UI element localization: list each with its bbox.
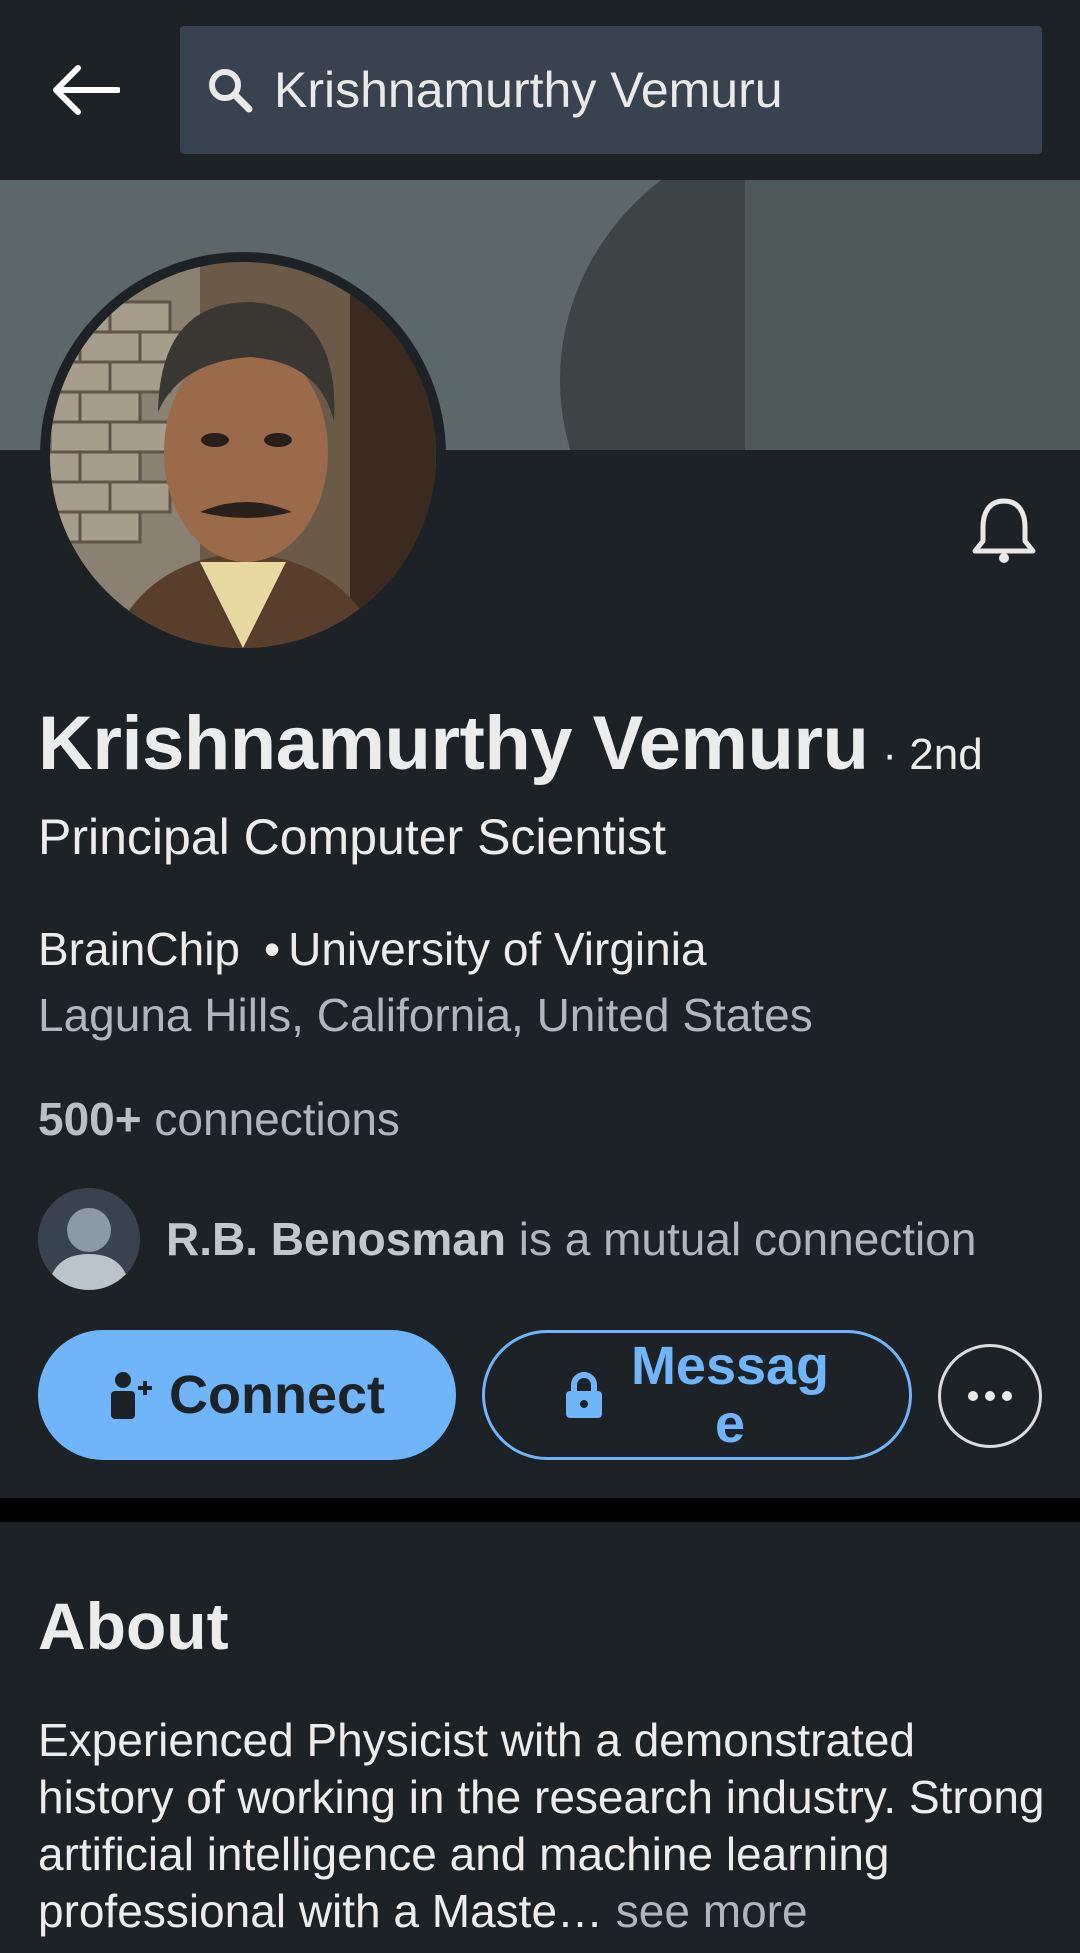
school-link[interactable]: University of Virginia [288,923,706,975]
see-more-link[interactable]: see more [603,1885,808,1937]
message-button[interactable]: Message [482,1330,912,1460]
profile-photo[interactable] [50,262,436,648]
search-input[interactable] [274,61,1034,119]
connections-count: 500+ [38,1093,142,1145]
mutual-avatar [38,1188,140,1290]
search-icon [206,65,256,115]
about-text: Experienced Physicist with a demonstrate… [38,1712,1048,1940]
bell-icon [972,498,1036,563]
connections-label: connections [141,1093,400,1145]
mutual-connection-label: is a mutual connection [505,1213,977,1265]
mutual-connection-name: R.B. Benosman [166,1213,506,1265]
profile-location: Laguna Hills, California, United States [38,989,813,1041]
separator: • [264,923,281,975]
section-divider [0,1498,1080,1522]
back-button[interactable] [40,50,130,130]
connect-label: Connect [169,1365,385,1425]
profile-photo-frame [40,252,446,658]
lock-icon [566,1372,602,1418]
more-actions-button[interactable] [938,1344,1042,1448]
top-bar [0,0,1080,180]
experience-education-row: BrainChip • University of Virginia [38,922,707,976]
connections-link[interactable]: 500+ connections [38,1092,400,1146]
profile-name: Krishnamurthy Vemuru [38,701,869,786]
message-label: Message [630,1336,830,1454]
connect-button[interactable]: Connect [38,1330,456,1460]
mutual-connection-row[interactable]: R.B. Benosman is a mutual connection [38,1188,976,1290]
arrow-left-icon [53,65,120,115]
notification-bell-button[interactable] [964,490,1044,570]
search-bar[interactable] [180,26,1042,154]
company-link[interactable]: BrainChip [38,923,240,975]
add-person-icon [111,1372,152,1419]
profile-name-row: Krishnamurthy Vemuru · 2nd [38,700,983,787]
about-body: Experienced Physicist with a demonstrate… [38,1714,1045,1937]
about-heading: About [38,1589,229,1663]
profile-headline: Principal Computer Scientist [38,809,667,865]
connection-degree: · 2nd [882,730,983,779]
ellipsis-icon [968,1391,1012,1401]
cover-shape [745,180,1080,450]
mutual-connection-text: R.B. Benosman is a mutual connection [166,1212,976,1266]
